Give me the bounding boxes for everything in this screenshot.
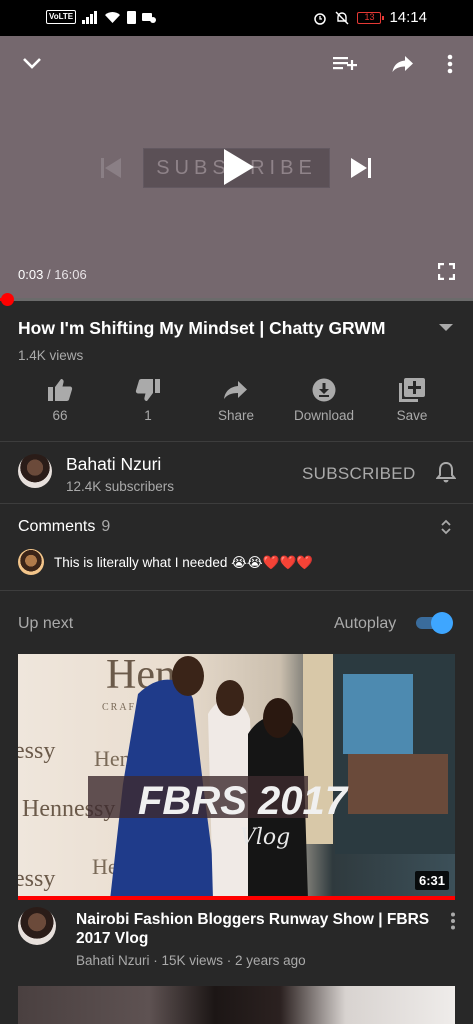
current-time: 0:03 bbox=[18, 267, 44, 282]
status-time: 14:14 bbox=[389, 9, 427, 26]
toggle-knob bbox=[431, 612, 453, 634]
battery-indicator: 13 bbox=[357, 11, 385, 24]
related-video-title[interactable]: Nairobi Fashion Bloggers Runway Show | F… bbox=[76, 910, 436, 948]
signal-icon bbox=[82, 10, 98, 24]
top-comment[interactable]: This is literally what I needed 😭😭❤️❤️❤️ bbox=[54, 555, 313, 571]
volte-indicator: VoLTE bbox=[46, 10, 77, 24]
action-bar: 66 1 Share Download Save bbox=[0, 374, 473, 434]
svg-text:essy: essy bbox=[18, 738, 55, 764]
total-duration: 16:06 bbox=[54, 267, 87, 282]
channel-avatar[interactable] bbox=[18, 454, 52, 488]
thumbnail-overlay-title: FBRS 2017 bbox=[138, 779, 349, 823]
next-related-thumbnail[interactable] bbox=[18, 986, 455, 1024]
watched-progress-bar bbox=[18, 896, 455, 900]
download-label: Download bbox=[293, 408, 355, 423]
top-comment-emoji: 😭😭❤️❤️❤️ bbox=[231, 555, 314, 571]
thumbs-up-icon bbox=[48, 379, 73, 401]
like-count: 66 bbox=[52, 408, 68, 423]
related-video-thumbnail[interactable]: essy Henn Hennessy essy He CRAF Hen FBRS… bbox=[18, 654, 455, 900]
expand-description-icon[interactable] bbox=[437, 323, 455, 333]
sim-icon bbox=[127, 10, 137, 24]
playlist-add-icon bbox=[399, 378, 425, 402]
channel-name[interactable]: Bahati Nzuri bbox=[66, 454, 161, 475]
svg-text:CRAF: CRAF bbox=[102, 702, 136, 713]
progress-bar[interactable] bbox=[0, 293, 473, 306]
play-icon[interactable] bbox=[222, 147, 256, 187]
playback-time: 0:03 / 16:06 bbox=[18, 267, 87, 282]
wifi-icon bbox=[105, 11, 121, 23]
alarm-icon bbox=[314, 12, 327, 25]
mute-icon bbox=[335, 11, 349, 24]
related-video-meta: Bahati Nzuri · 15K views · 2 years ago bbox=[76, 953, 306, 968]
related-channel-avatar[interactable] bbox=[18, 907, 56, 945]
share-icon bbox=[224, 381, 247, 399]
video-duration: 6:31 bbox=[414, 871, 449, 890]
svg-text:essy: essy bbox=[18, 866, 55, 892]
comments-count: 9 bbox=[101, 518, 111, 535]
divider bbox=[0, 503, 473, 504]
data-saver-icon bbox=[142, 13, 157, 23]
divider bbox=[0, 441, 473, 442]
channel-subscriber-count: 12.4K subscribers bbox=[66, 479, 175, 494]
save-label: Save bbox=[396, 408, 428, 423]
save-button[interactable]: Save bbox=[368, 374, 456, 423]
autoplay-label: Autoplay bbox=[334, 615, 397, 632]
progress-scrubber[interactable] bbox=[0, 293, 14, 306]
fullscreen-icon[interactable] bbox=[438, 263, 455, 280]
divider bbox=[0, 590, 473, 591]
minimize-icon[interactable] bbox=[22, 56, 42, 70]
subscribed-button[interactable]: SUBSCRIBED bbox=[302, 464, 416, 484]
expand-comments-icon[interactable] bbox=[440, 518, 452, 536]
commenter-avatar bbox=[18, 549, 44, 575]
video-player[interactable]: SUBSCRIBE 0:03 / 16:06 bbox=[0, 36, 473, 300]
previous-icon bbox=[101, 158, 121, 178]
share-label: Share bbox=[217, 408, 255, 423]
video-title[interactable]: How I'm Shifting My Mindset | Chatty GRW… bbox=[18, 318, 418, 339]
download-icon bbox=[312, 378, 336, 402]
thumbs-down-icon bbox=[135, 379, 160, 401]
up-next-label: Up next bbox=[18, 615, 74, 632]
notification-bell-icon[interactable] bbox=[436, 461, 456, 483]
comments-header[interactable]: Comments 9 bbox=[18, 518, 110, 536]
view-count: 1.4K views bbox=[18, 348, 84, 363]
download-button[interactable]: Download bbox=[280, 374, 368, 423]
dislike-count: 1 bbox=[144, 408, 152, 423]
top-comment-text: This is literally what I needed bbox=[54, 555, 228, 570]
like-button[interactable]: 66 bbox=[16, 374, 104, 423]
next-icon[interactable] bbox=[350, 157, 372, 179]
status-bar: VoLTE 13 14:14 bbox=[0, 0, 473, 36]
add-to-queue-icon[interactable] bbox=[333, 55, 357, 75]
share-icon[interactable] bbox=[392, 55, 414, 73]
more-options-icon[interactable] bbox=[447, 54, 453, 74]
thumbnail-overlay-subtitle: Vlog bbox=[240, 825, 290, 850]
thumbnail-image: essy Henn Hennessy essy He CRAF Hen FBRS… bbox=[18, 654, 455, 900]
time-separator: / bbox=[46, 267, 51, 282]
autoplay-toggle[interactable] bbox=[414, 612, 453, 634]
dislike-button[interactable]: 1 bbox=[104, 374, 192, 423]
related-more-options-icon[interactable] bbox=[450, 912, 456, 930]
comments-label: Comments bbox=[18, 518, 96, 535]
share-button[interactable]: Share bbox=[192, 374, 280, 423]
